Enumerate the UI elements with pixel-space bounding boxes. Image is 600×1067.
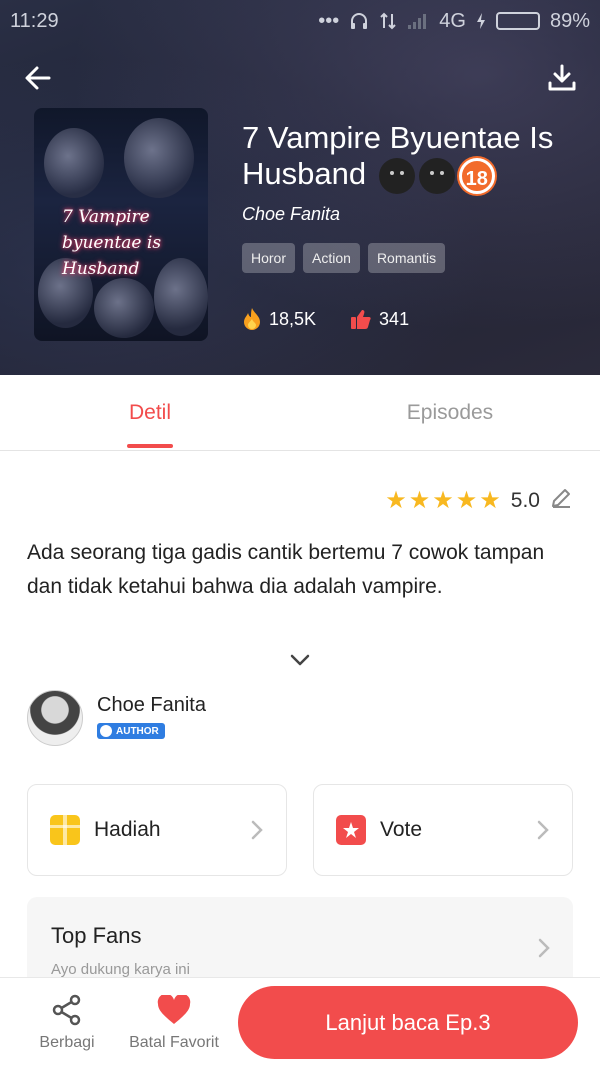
cover-figure — [44, 128, 104, 198]
heart-icon-wrap — [122, 992, 226, 1028]
rating: ★ ★ ★ ★ ★ 5.0 — [385, 487, 572, 515]
face-emoji-icon — [418, 157, 455, 194]
top-fans-section[interactable]: Top Fans Ayo dukung karya ini — [27, 897, 573, 987]
cover-figure — [154, 258, 208, 336]
active-tab-indicator — [127, 444, 173, 448]
star-icon: ★ — [385, 487, 407, 514]
share-icon-wrap — [32, 992, 102, 1028]
tab-label: Detil — [128, 401, 171, 424]
gift-icon — [50, 815, 80, 845]
cover-figure — [124, 118, 194, 198]
genre-tag[interactable]: Action — [303, 243, 360, 273]
likes-stat: 341 — [350, 307, 409, 331]
battery-percent: 89% — [549, 9, 590, 32]
top-fans-title: Top Fans — [51, 923, 142, 948]
pencil-icon — [552, 489, 570, 508]
vote-label: Vote — [380, 818, 423, 841]
continue-reading-button[interactable]: Lanjut baca Ep.3 — [238, 986, 578, 1059]
age-rating-badge: 18 — [458, 157, 495, 194]
cover-title: 7 Vampire byuentae is Husband — [62, 204, 161, 282]
back-button[interactable] — [18, 58, 58, 98]
author-profile[interactable]: Choe Fanita AUTHOR — [27, 690, 206, 746]
cover-title-line: byuentae is — [62, 233, 162, 253]
book-author[interactable]: Choe Fanita — [242, 204, 340, 225]
status-icons: ••• 4G 89% — [318, 10, 590, 33]
status-time: 11:29 — [10, 9, 59, 32]
author-info: Choe Fanita AUTHOR — [97, 694, 206, 742]
star-icon: ★ — [455, 487, 478, 514]
tab-episodes[interactable]: Episodes — [300, 375, 600, 450]
face-emoji-icon — [378, 157, 415, 194]
views-stat: 18,5K — [242, 307, 316, 331]
fire-icon — [244, 308, 260, 330]
share-button[interactable]: Berbagi — [32, 992, 102, 1052]
cover-title-line: 7 Vampire — [62, 207, 150, 227]
status-bar: 11:29 ••• 4G 89% — [0, 0, 600, 42]
book-title: 7 Vampire Byuentae Is Husband 18 — [242, 120, 572, 194]
download-icon — [548, 64, 576, 91]
more-dots-icon: ••• — [318, 9, 340, 32]
views-count: 18,5K — [269, 308, 317, 329]
book-cover[interactable]: 7 Vampire byuentae is Husband — [34, 108, 208, 341]
share-icon — [52, 994, 81, 1026]
vote-ticket-icon — [336, 815, 366, 845]
expand-description-button[interactable] — [288, 650, 312, 675]
chevron-down-icon — [290, 654, 310, 666]
vote-button[interactable]: Vote — [313, 784, 573, 876]
genre-tags: Horor Action Romantis — [242, 243, 446, 273]
chevron-right-icon — [538, 938, 550, 958]
network-type: 4G — [439, 9, 466, 32]
book-header: 11:29 ••• 4G 89% 7 Vampire byuentae is H… — [0, 0, 600, 375]
star-icon: ★ — [408, 487, 431, 514]
chevron-right-icon — [251, 820, 263, 840]
star-icon: ★ — [479, 487, 501, 514]
tab-detil[interactable]: Detil — [0, 375, 300, 450]
battery-icon — [495, 12, 540, 30]
author-badge: AUTHOR — [97, 723, 165, 739]
heart-icon — [157, 995, 191, 1024]
top-fans-subtitle: Ayo dukung karya ini — [51, 961, 190, 978]
arrow-left-icon — [25, 66, 51, 90]
book-description: Ada seorang tiga gadis cantik bertemu 7 … — [27, 541, 545, 598]
cover-figure — [94, 278, 154, 338]
bottom-action-bar: Berbagi Batal Favorit Lanjut baca Ep.3 — [0, 977, 600, 1067]
rating-value: 5.0 — [510, 489, 540, 512]
edit-rating-button[interactable] — [550, 487, 572, 515]
unfavorite-label: Batal Favorit — [129, 1034, 219, 1051]
download-button[interactable] — [542, 58, 582, 98]
author-badge-label: AUTHOR — [116, 725, 159, 737]
genre-tag[interactable]: Horor — [242, 243, 296, 273]
genre-tag[interactable]: Romantis — [367, 243, 446, 273]
tab-label: Episodes — [406, 401, 494, 424]
share-label: Berbagi — [39, 1034, 95, 1051]
data-transfer-icon — [380, 12, 396, 30]
cover-title-line: Husband — [62, 259, 140, 279]
headphone-icon — [351, 13, 368, 29]
detail-tabs: Detil Episodes — [0, 375, 600, 451]
charging-icon — [476, 13, 485, 29]
chevron-right-icon — [537, 820, 549, 840]
author-badge-icon — [100, 725, 112, 737]
book-stats: 18,5K 341 — [242, 307, 409, 331]
gift-label: Hadiah — [94, 818, 161, 841]
star-icon: ★ — [432, 487, 454, 514]
thumbs-up-icon — [351, 310, 371, 329]
author-avatar[interactable] — [27, 690, 83, 746]
unfavorite-button[interactable]: Batal Favorit — [122, 992, 226, 1052]
signal-icon — [408, 14, 427, 29]
author-name: Choe Fanita — [97, 694, 206, 716]
gift-button[interactable]: Hadiah — [27, 784, 287, 876]
likes-count: 341 — [379, 308, 410, 329]
